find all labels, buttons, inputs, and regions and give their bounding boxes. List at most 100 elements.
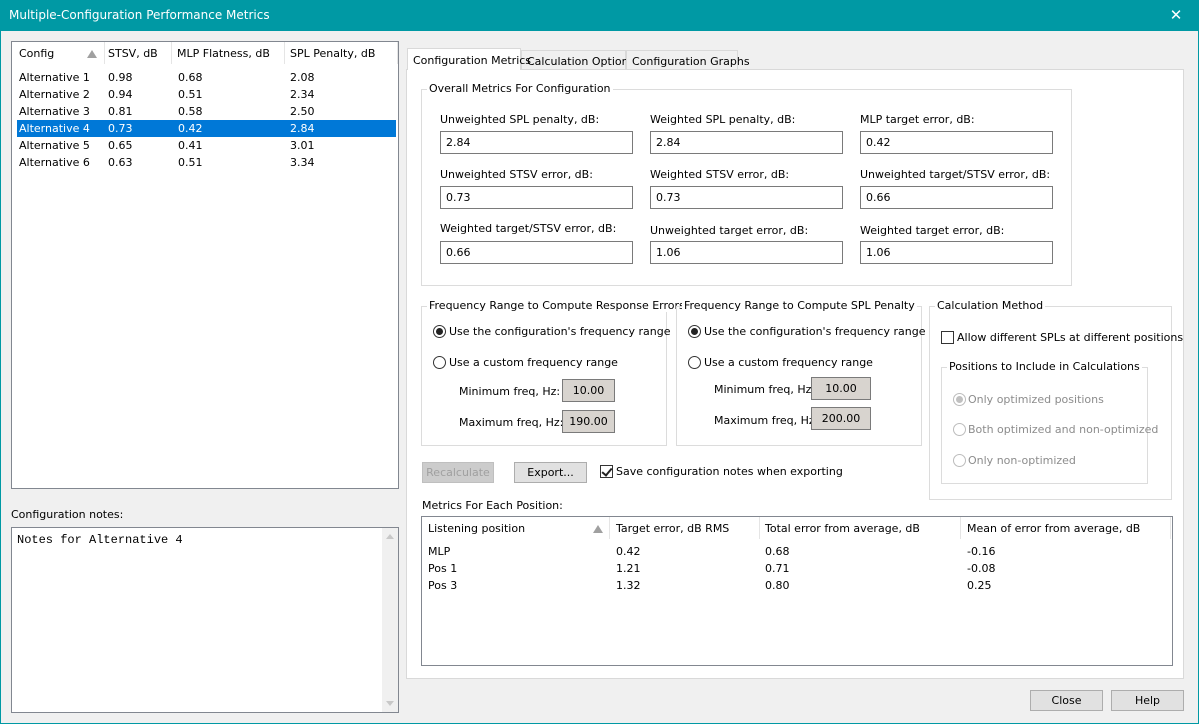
allow-different-spls-label[interactable]: Allow different SPLs at different positi… [957,331,1183,344]
notes-scrollbar[interactable] [382,528,398,712]
config-name: Alternative 3 [19,105,90,118]
spl-use-config-range-radio[interactable] [688,325,701,338]
spl-min-freq-label: Minimum freq, Hz: [714,383,816,396]
allow-different-spls-checkbox[interactable] [941,331,954,344]
unweighted-spl-penalty-field[interactable]: 2.84 [440,131,633,154]
only-non-optimized-radio[interactable] [953,454,966,467]
position-row[interactable]: MLP 0.42 0.68 -0.16 [422,543,1172,560]
recalculate-button[interactable]: Recalculate [422,462,494,483]
config-stsv: 0.94 [108,88,133,101]
config-stsv: 0.98 [108,71,133,84]
tab-calculation-options[interactable]: Calculation Options [521,50,634,70]
sort-ascending-icon [87,50,97,58]
calculation-method-title: Calculation Method [935,299,1046,312]
overall-metrics-group: Overall Metrics For Configuration Unweig… [421,82,1072,286]
position-row[interactable]: Pos 3 1.32 0.80 0.25 [422,577,1172,594]
weighted-stsv-error-field[interactable]: 0.73 [650,186,843,209]
metric-label: Weighted target/STSV error, dB: [440,222,617,235]
tab-configuration-metrics[interactable]: Configuration Metrics [407,48,531,70]
config-stsv: 0.63 [108,156,133,169]
config-row-selected[interactable]: Alternative 4 0.73 0.42 2.84 [17,120,396,137]
config-spl: 3.34 [290,156,315,169]
positions-list[interactable]: Listening position Target error, dB RMS … [421,516,1173,666]
metric-label: Unweighted STSV error, dB: [440,168,593,181]
mlp-target-error-field[interactable]: 0.42 [860,131,1053,154]
config-mlp: 0.51 [178,156,203,169]
notes-textarea[interactable]: Notes for Alternative 4 [11,527,399,713]
save-notes-label[interactable]: Save configuration notes when exporting [616,465,843,478]
positions-include-group: Positions to Include in Calculations Onl… [941,360,1158,484]
col-header-listening-position[interactable]: Listening position [428,522,525,535]
scroll-down-icon[interactable] [386,701,394,706]
spl-use-config-range-label[interactable]: Use the configuration's frequency range [704,325,925,338]
unweighted-stsv-error-field[interactable]: 0.73 [440,186,633,209]
metric-label: MLP target error, dB: [860,113,975,126]
positions-include-title: Positions to Include in Calculations [947,360,1142,373]
config-mlp: 0.68 [178,71,203,84]
response-use-custom-range-label[interactable]: Use a custom frequency range [449,356,618,369]
metric-label: Weighted SPL penalty, dB: [650,113,796,126]
notes-label: Configuration notes: [11,508,124,521]
unweighted-target-error-field[interactable]: 1.06 [650,241,843,264]
config-row[interactable]: Alternative 3 0.81 0.58 2.50 [12,103,398,120]
response-use-config-range-label[interactable]: Use the configuration's frequency range [449,325,670,338]
col-header-config[interactable]: Config [19,47,54,60]
col-header-spl-penalty[interactable]: SPL Penalty, dB [290,47,375,60]
only-optimized-radio[interactable] [953,393,966,406]
spl-max-freq-label: Maximum freq, Hz: [714,414,819,427]
only-non-optimized-label[interactable]: Only non-optimized [968,454,1076,467]
response-max-freq-field[interactable]: 190.00 [562,410,615,433]
tab-configuration-graphs[interactable]: Configuration Graphs [626,50,750,70]
config-row[interactable]: Alternative 1 0.98 0.68 2.08 [12,69,398,86]
config-name: Alternative 4 [19,122,90,135]
config-mlp: 0.41 [178,139,203,152]
freq-range-spl-group: Frequency Range to Compute SPL Penalty U… [676,299,925,446]
both-optimized-radio[interactable] [953,423,966,436]
metric-label: Unweighted target error, dB: [650,224,809,237]
col-header-mlp-flatness[interactable]: MLP Flatness, dB [177,47,270,60]
response-min-freq-field[interactable]: 10.00 [562,379,615,402]
metric-label: Weighted target error, dB: [860,224,1005,237]
weighted-target-error-field[interactable]: 1.06 [860,241,1053,264]
config-spl: 2.08 [290,71,315,84]
spl-min-freq-field[interactable]: 10.00 [811,377,871,400]
col-header-target-error[interactable]: Target error, dB RMS [616,522,729,535]
weighted-spl-penalty-field[interactable]: 2.84 [650,131,843,154]
config-list[interactable]: Config STSV, dB MLP Flatness, dB SPL Pen… [11,41,399,489]
both-optimized-label[interactable]: Both optimized and non-optimized [968,423,1158,436]
col-header-stsv[interactable]: STSV, dB [108,47,158,60]
position-name: Pos 1 [428,562,458,575]
spl-use-custom-range-label[interactable]: Use a custom frequency range [704,356,873,369]
position-mean-error: 0.25 [967,579,992,592]
close-window-icon[interactable]: ✕ [1153,0,1199,31]
help-button[interactable]: Help [1111,690,1184,711]
only-optimized-label[interactable]: Only optimized positions [968,393,1104,406]
export-button[interactable]: Export... [514,462,587,483]
position-target-error: 0.42 [616,545,641,558]
position-row[interactable]: Pos 1 1.21 0.71 -0.08 [422,560,1172,577]
calculation-method-group: Calculation Method Allow different SPLs … [929,299,1183,500]
response-use-custom-range-radio[interactable] [433,356,446,369]
position-name: Pos 3 [428,579,458,592]
config-spl: 2.50 [290,105,315,118]
scroll-up-icon[interactable] [386,534,394,539]
config-row[interactable]: Alternative 5 0.65 0.41 3.01 [12,137,398,154]
unweighted-target-stsv-error-field[interactable]: 0.66 [860,186,1053,209]
col-header-mean-error[interactable]: Mean of error from average, dB [967,522,1140,535]
config-row[interactable]: Alternative 2 0.94 0.51 2.34 [12,86,398,103]
spl-use-custom-range-radio[interactable] [688,356,701,369]
tab-panel-configuration-metrics: Overall Metrics For Configuration Unweig… [406,69,1184,679]
position-total-error: 0.68 [765,545,790,558]
weighted-target-stsv-error-field[interactable]: 0.66 [440,241,633,264]
position-name: MLP [428,545,451,558]
config-name: Alternative 1 [19,71,90,84]
notes-text: Notes for Alternative 4 [17,533,183,547]
spl-max-freq-field[interactable]: 200.00 [811,407,871,430]
positions-list-header: Listening position Target error, dB RMS … [422,517,1172,539]
response-use-config-range-radio[interactable] [433,325,446,338]
config-row[interactable]: Alternative 6 0.63 0.51 3.34 [12,154,398,171]
save-notes-checkbox[interactable] [600,465,613,478]
close-button[interactable]: Close [1030,690,1103,711]
col-header-total-error[interactable]: Total error from average, dB [765,522,920,535]
positions-metrics-title: Metrics For Each Position: [422,499,563,512]
